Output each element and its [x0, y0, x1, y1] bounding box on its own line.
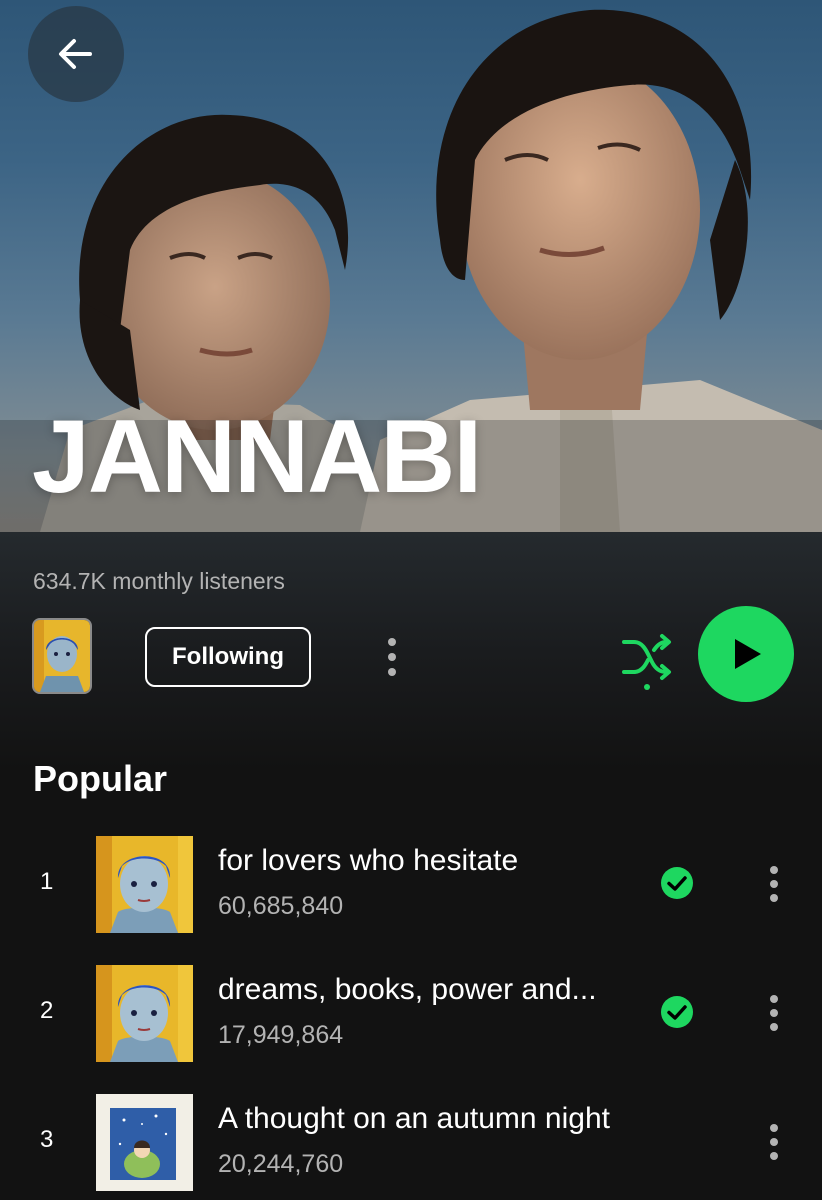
- album-art-image: [96, 836, 193, 933]
- check-circle-icon[interactable]: [660, 866, 694, 900]
- more-vertical-icon: [770, 995, 778, 1031]
- track-cover: [96, 965, 193, 1062]
- track-title: dreams, books, power and...: [218, 973, 597, 1006]
- album-art-image: [96, 965, 193, 1062]
- back-button[interactable]: [28, 6, 124, 102]
- play-icon: [735, 639, 761, 669]
- shuffle-button[interactable]: [618, 630, 676, 692]
- artist-thumbnail[interactable]: [32, 618, 92, 694]
- track-play-count: 17,949,864: [218, 1021, 344, 1049]
- track-title: A thought on an autumn night: [218, 1102, 610, 1135]
- track-more-button[interactable]: [760, 1120, 788, 1164]
- track-rank: 3: [40, 1126, 54, 1153]
- more-vertical-icon: [388, 638, 396, 676]
- arrow-left-icon: [59, 39, 92, 69]
- track-row[interactable]: 1 for lovers who hesitate 60,685,840: [0, 834, 822, 934]
- artist-name: JANNABI: [32, 399, 482, 515]
- more-options-button[interactable]: [376, 632, 408, 682]
- monthly-listeners: 634.7K monthly listeners: [33, 568, 285, 594]
- track-more-button[interactable]: [760, 862, 788, 906]
- shuffle-icon: [622, 634, 671, 690]
- track-row[interactable]: 2 dreams, books, power and... 17,949,864: [0, 963, 822, 1063]
- check-circle-icon[interactable]: [660, 995, 694, 1029]
- artist-info-section: 634.7K monthly listeners Following Popul…: [0, 532, 822, 1200]
- more-vertical-icon: [770, 866, 778, 902]
- popular-section-title: Popular: [33, 758, 168, 799]
- following-button[interactable]: Following: [145, 627, 311, 687]
- track-cover: [96, 1094, 193, 1191]
- track-play-count: 20,244,760: [218, 1150, 344, 1178]
- track-title: for lovers who hesitate: [218, 844, 519, 877]
- track-rank: 2: [40, 997, 54, 1024]
- more-vertical-icon: [770, 1124, 778, 1160]
- album-art-image: [34, 620, 90, 692]
- play-button[interactable]: [698, 606, 794, 702]
- artist-header-image: JANNABI: [0, 0, 822, 532]
- track-play-count: 60,685,840: [218, 892, 344, 920]
- track-rank: 1: [40, 868, 54, 895]
- track-row[interactable]: 3 A thought on an autumn night 20,244,76…: [0, 1092, 822, 1192]
- track-cover: [96, 836, 193, 933]
- track-more-button[interactable]: [760, 991, 788, 1035]
- album-art-image: [96, 1094, 193, 1191]
